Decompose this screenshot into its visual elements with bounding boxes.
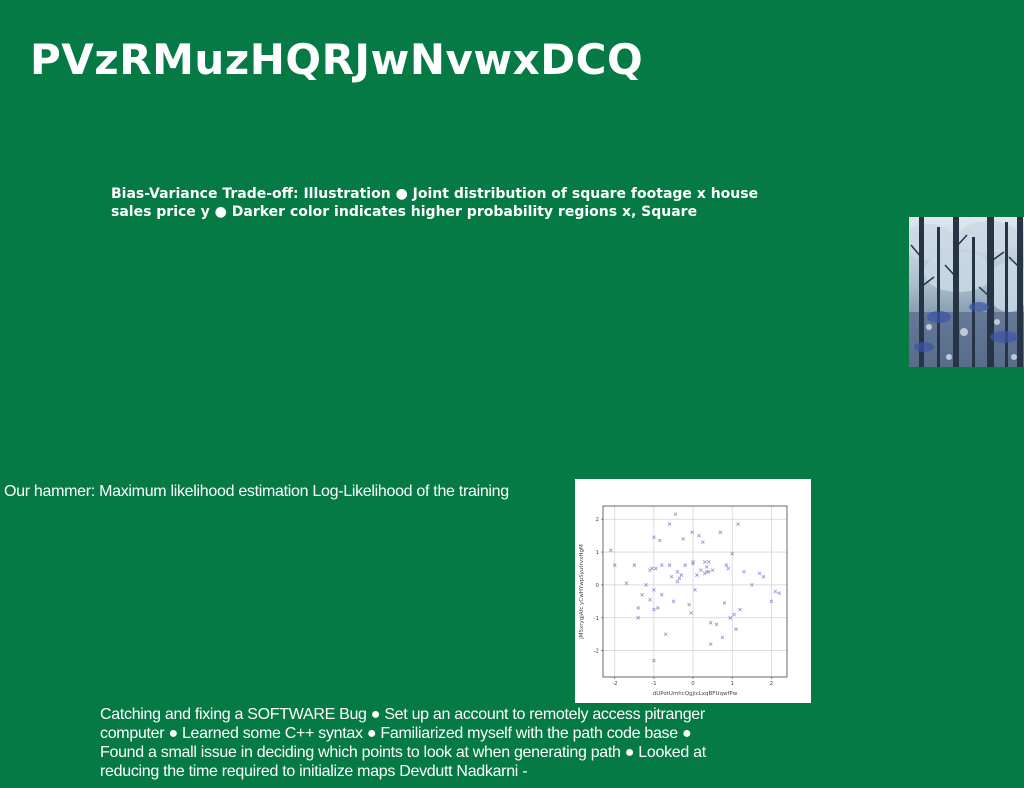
plot-grid: [603, 506, 787, 677]
data-point: [742, 569, 746, 574]
data-point: [663, 632, 668, 637]
y-tick-label: 2: [596, 517, 600, 523]
data-point: [736, 522, 740, 526]
x-tick-label: 1: [730, 681, 734, 687]
x-tick-label: -2: [612, 681, 617, 687]
data-point: [657, 538, 662, 543]
data-point: [697, 533, 701, 538]
data-point: [653, 566, 658, 571]
data-point: [632, 563, 637, 568]
data-point: [773, 589, 778, 594]
y-tick-label: -2: [594, 649, 599, 655]
data-point: [608, 548, 613, 553]
data-point: [687, 602, 692, 607]
x-axis-label: dUPotUmhcQgjicLxqBFUqwfPw: [653, 691, 738, 697]
data-point: [673, 512, 678, 517]
data-point: [722, 601, 727, 605]
data-point: [681, 537, 686, 541]
data-point: [650, 566, 654, 571]
data-point: [669, 574, 674, 579]
data-point: [710, 568, 715, 573]
data-point: [724, 563, 729, 568]
data-point: [648, 597, 652, 602]
data-point: [675, 569, 680, 574]
x-tick-label: 2: [770, 681, 774, 687]
data-point: [708, 620, 713, 625]
data-point: [675, 579, 680, 584]
data-point: [702, 560, 707, 564]
y-tick-label: 0: [596, 583, 600, 589]
scatter-plot: -2 -1 0 1 2 2 1 0 -1 -2 dUPotUmhcQgjicLxqBFUqwfPw…: [575, 479, 811, 703]
data-point: [693, 587, 697, 592]
data-point: [738, 607, 742, 612]
data-point: [683, 563, 688, 568]
data-point: [636, 606, 641, 610]
slide-subtitle: Bias-Variance Trade-off: Illustration ● …: [111, 186, 759, 220]
bug-fix-text: Catching and fixing a SOFTWARE Bug ● Set…: [100, 706, 706, 780]
data-point: [624, 581, 629, 586]
data-point: [677, 576, 682, 581]
data-point: [698, 568, 703, 573]
data-point: [718, 530, 723, 535]
data-point: [704, 564, 709, 569]
data-point: [667, 522, 672, 526]
y-tick-label: 1: [596, 550, 600, 556]
data-point: [757, 571, 762, 576]
data-point: [640, 592, 645, 597]
data-point: [679, 573, 684, 577]
data-point: [659, 592, 664, 597]
forest-photo: [909, 217, 1024, 367]
data-point: [720, 635, 725, 640]
data-point: [655, 606, 660, 610]
data-point: [706, 560, 711, 564]
data-point: [659, 563, 664, 568]
data-point: [726, 566, 731, 571]
data-point: [706, 569, 711, 574]
data-point: [708, 642, 713, 646]
data-point: [761, 574, 766, 579]
x-tick-label: 0: [691, 681, 695, 687]
plot-points: [608, 512, 782, 663]
data-point: [714, 622, 719, 627]
data-point: [695, 573, 699, 577]
data-point: [734, 627, 738, 632]
plot-frame: [602, 505, 788, 678]
hammer-text: Our hammer: Maximum likelihood estimatio…: [4, 483, 509, 500]
scatter-plot-svg: -2 -1 0 1 2 2 1 0 -1 -2 dUPotUmhcQgjicLxqBFUqwfPw…: [579, 505, 788, 697]
data-point: [777, 591, 782, 596]
x-tick-label: -1: [651, 681, 656, 687]
data-point: [690, 530, 695, 535]
y-tick-label: -1: [594, 616, 599, 622]
data-point: [689, 610, 693, 615]
data-point: [700, 540, 705, 545]
data-point: [671, 599, 676, 604]
y-axis-label: jMSxrygjAfc yCwHYwpSyutrvxHgM: [579, 544, 585, 640]
data-point: [732, 612, 737, 617]
slide-title: PVzRMuzHQRJwNvwxDCQ: [30, 35, 644, 84]
plot-ticks: -2 -1 0 1 2 2 1 0 -1 -2: [594, 517, 774, 687]
data-point: [667, 563, 672, 568]
